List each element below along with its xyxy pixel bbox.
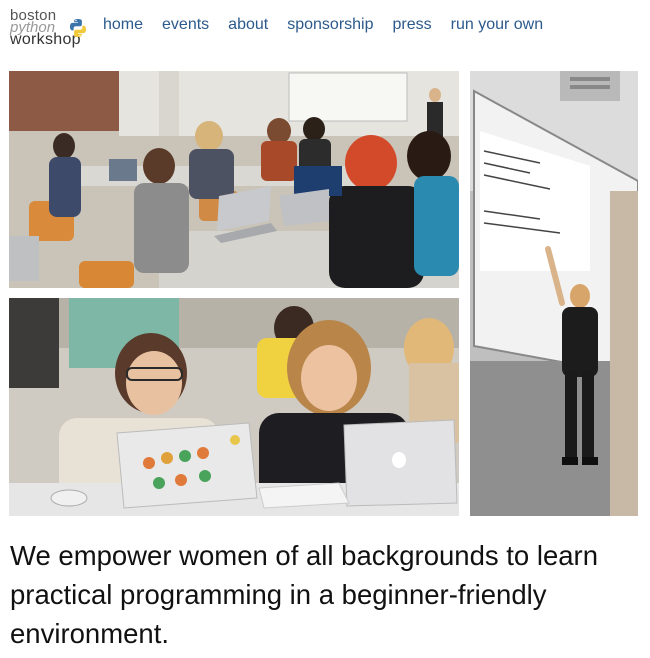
nav-home-link[interactable]: home — [103, 15, 143, 35]
nav-events-link[interactable]: events — [162, 15, 209, 35]
python-logo-icon — [70, 19, 86, 37]
students-photo-image — [9, 298, 459, 516]
nav-run-your-own-link[interactable]: run your own — [451, 15, 544, 35]
nav-press-link[interactable]: press — [393, 15, 432, 35]
mission-tagline: We empower women of all backgrounds to l… — [10, 540, 598, 649]
classroom-photo — [9, 71, 459, 288]
classroom-photo-image — [9, 71, 459, 288]
main-nav: home events about sponsorship press run … — [103, 15, 562, 35]
students-photo — [9, 298, 459, 516]
site-header: boston python workshop home events about… — [0, 0, 650, 60]
instructor-photo — [470, 71, 638, 516]
nav-sponsorship-link[interactable]: sponsorship — [287, 15, 373, 35]
instructor-photo-image — [470, 71, 638, 516]
nav-about-link[interactable]: about — [228, 15, 268, 35]
site-logo[interactable]: boston python workshop — [10, 8, 90, 50]
